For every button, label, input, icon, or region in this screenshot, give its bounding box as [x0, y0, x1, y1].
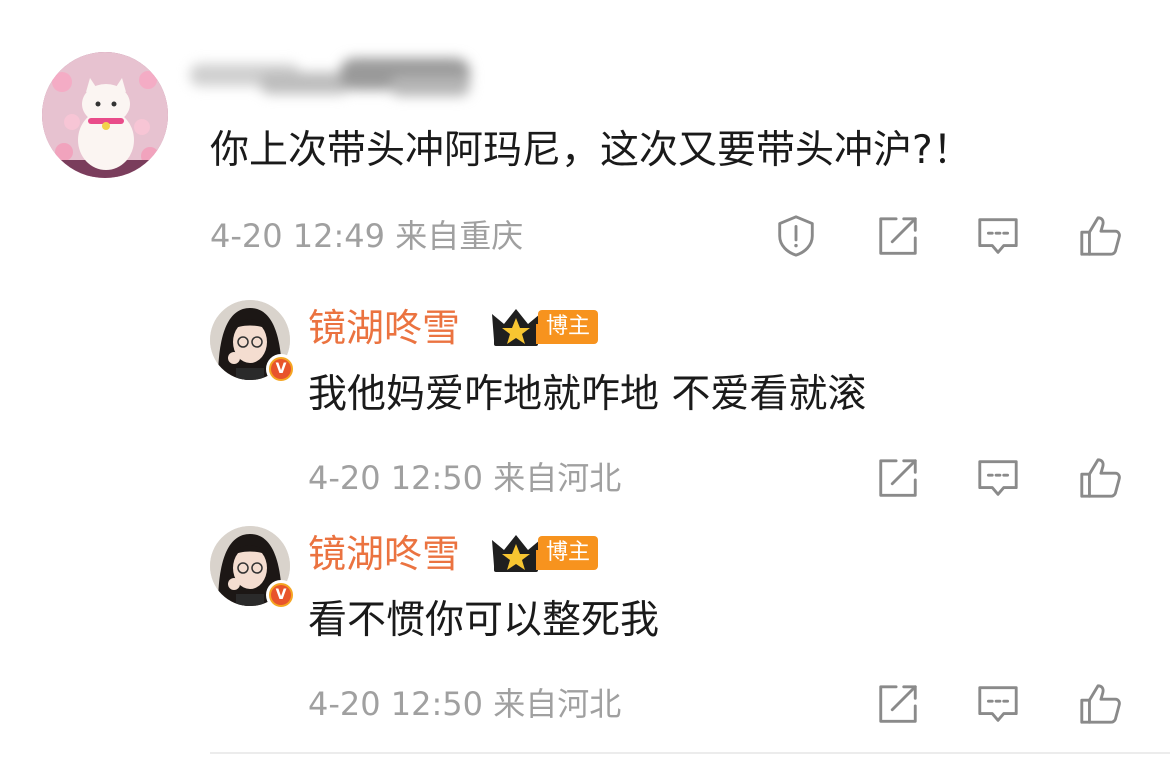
- comment-icon[interactable]: [974, 454, 1022, 502]
- crown-icon: [490, 532, 542, 574]
- reply-avatar[interactable]: V: [210, 300, 296, 384]
- reply-timestamp: 4-20 12:50: [308, 685, 484, 723]
- commenter-name-redacted: [190, 50, 480, 106]
- reply-avatar[interactable]: V: [210, 526, 296, 610]
- like-icon[interactable]: [1076, 212, 1124, 260]
- repost-icon[interactable]: [874, 212, 922, 260]
- reply-location: 来自河北: [493, 685, 622, 723]
- comment-thread: 你上次带头冲阿玛尼，这次又要带头冲沪?！ 4-20 12:49 来自重庆 V 镜…: [0, 0, 1170, 770]
- reply-text: 看不惯你可以整死我: [308, 598, 660, 643]
- like-icon[interactable]: [1076, 680, 1124, 728]
- verified-badge-icon: V: [266, 354, 296, 384]
- reply-timestamp: 4-20 12:50: [308, 459, 484, 497]
- reply-meta: 4-20 12:50 来自河北: [308, 458, 621, 498]
- reply-text: 我他妈爱咋地就咋地 不爱看就滚: [308, 372, 867, 417]
- crown-icon: [490, 306, 542, 348]
- blogger-badge: 博主: [538, 310, 599, 344]
- reply-meta: 4-20 12:50 来自河北: [308, 684, 621, 724]
- blogger-badge: 博主: [538, 536, 599, 570]
- verified-badge-icon: V: [266, 580, 296, 610]
- report-icon[interactable]: [772, 212, 820, 260]
- repost-icon[interactable]: [874, 680, 922, 728]
- comment-icon[interactable]: [974, 680, 1022, 728]
- comment-icon[interactable]: [974, 212, 1022, 260]
- comment-location: 来自重庆: [395, 217, 524, 255]
- comment-timestamp: 4-20 12:49: [210, 217, 386, 255]
- comment-meta: 4-20 12:49 来自重庆: [210, 216, 523, 256]
- like-icon[interactable]: [1076, 454, 1124, 502]
- repost-icon[interactable]: [874, 454, 922, 502]
- thread-divider: [210, 752, 1170, 754]
- comment-text: 你上次带头冲阿玛尼，这次又要带头冲沪?！: [210, 128, 972, 173]
- reply-author-name[interactable]: 镜湖咚雪: [308, 530, 460, 578]
- reply-location: 来自河北: [493, 459, 622, 497]
- commenter-avatar[interactable]: [42, 52, 168, 178]
- reply-author-name[interactable]: 镜湖咚雪: [308, 304, 460, 352]
